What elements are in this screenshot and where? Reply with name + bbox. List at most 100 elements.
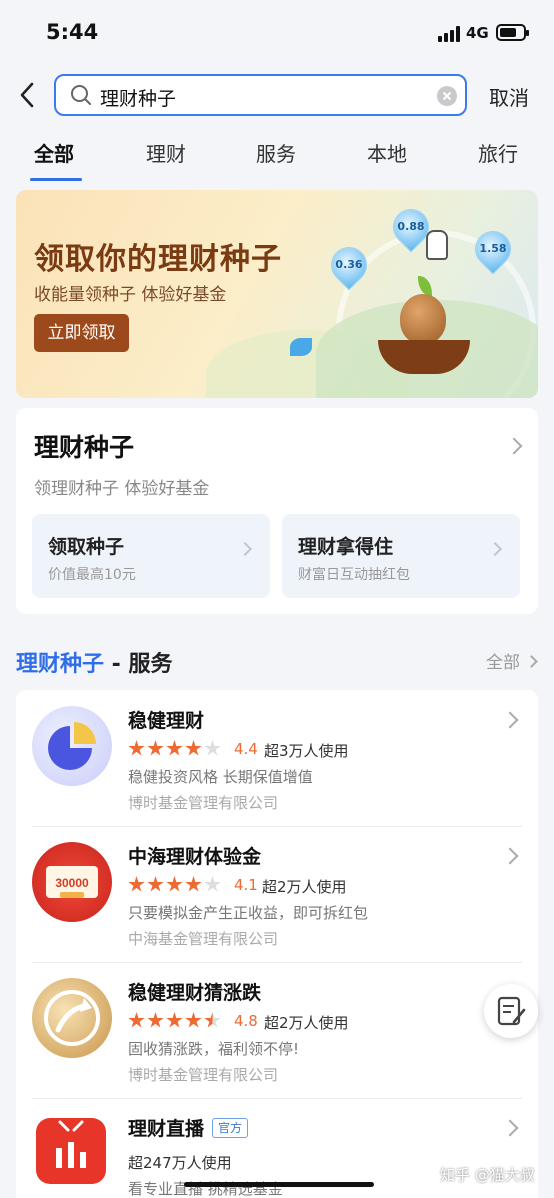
rating-value: 4.8	[234, 1012, 258, 1030]
water-drop-icon: 0.36	[324, 240, 374, 290]
chevron-right-icon	[487, 541, 503, 557]
subcard-hold-finance[interactable]: 理财拿得住 财富日互动抽红包	[282, 514, 520, 598]
edit-note-icon	[497, 996, 526, 1026]
network-label: 4G	[466, 24, 489, 42]
star-icon	[204, 740, 221, 756]
star-icon	[185, 876, 202, 892]
rating-value: 4.4	[234, 740, 258, 758]
service-name: 稳健理财猜涨跌	[128, 982, 262, 1004]
list-item[interactable]: 稳健理财 4.4 超3万人使用 稳健投资风格 长期保值增值 博时基金管理有限公司	[16, 690, 538, 826]
tab-finance[interactable]: 理财	[146, 138, 186, 167]
tab-services[interactable]: 服务	[256, 138, 296, 167]
star-rating	[128, 876, 223, 894]
search-query: 理财种子	[100, 88, 177, 110]
butterfly-icon	[290, 338, 312, 356]
claim-now-button[interactable]: 立即领取	[34, 314, 129, 352]
section-title: 理财种子 - 服务	[16, 646, 172, 678]
tab-all[interactable]: 全部	[34, 138, 74, 167]
service-list: 稳健理财 4.4 超3万人使用 稳健投资风格 长期保值增值 博时基金管理有限公司…	[16, 690, 538, 1198]
user-count: 超2万人使用	[262, 878, 347, 896]
official-badge: 官方	[212, 1118, 249, 1138]
chevron-right-icon	[501, 1119, 519, 1137]
drop-value: 1.58	[479, 242, 507, 255]
star-icon	[166, 740, 183, 756]
star-icon	[147, 1012, 164, 1028]
service-provider: 博时基金管理有限公司	[128, 794, 279, 812]
cancel-button[interactable]: 取消	[489, 82, 529, 111]
rating-value: 4.1	[234, 876, 258, 894]
banner-subtitle: 收能量领种子 体验好基金	[34, 285, 227, 305]
service-name: 理财直播 官方	[128, 1114, 249, 1141]
status-time: 5:44	[46, 20, 99, 44]
watermark: 知乎 @猫大叔	[440, 1166, 535, 1184]
star-icon	[204, 1012, 221, 1028]
subcard-claim-seed[interactable]: 领取种子 价值最高10元	[32, 514, 270, 598]
chevron-right-icon	[501, 847, 519, 865]
service-name-text: 理财直播	[128, 1118, 205, 1140]
pointing-hand-icon	[426, 230, 448, 260]
signal-icon	[438, 26, 460, 42]
service-desc: 看专业直播 挑精选基金	[128, 1180, 283, 1198]
star-icon	[128, 740, 145, 756]
user-count: 超247万人使用	[128, 1154, 232, 1172]
back-button[interactable]	[14, 78, 46, 112]
chevron-right-icon	[237, 541, 253, 557]
star-icon	[147, 876, 164, 892]
star-rating	[128, 740, 223, 758]
chevron-left-icon	[20, 82, 34, 108]
star-rating	[128, 1012, 223, 1030]
user-count: 超2万人使用	[264, 1014, 349, 1032]
category-tabs: 全部 理财 服务 本地 旅行	[0, 138, 554, 182]
section-rest: - 服务	[104, 652, 173, 677]
feature-card-subtitle: 领理财种子 体验好基金	[34, 479, 210, 499]
see-all-link[interactable]: 全部	[486, 648, 539, 673]
tab-travel[interactable]: 旅行	[478, 138, 518, 167]
drop-value: 0.36	[335, 258, 363, 271]
chevron-right-icon	[525, 655, 539, 668]
service-desc: 只要模拟金产生正收益，即可拆红包	[128, 904, 369, 922]
tv-icon	[36, 1118, 106, 1184]
list-item[interactable]: 稳健理财猜涨跌 4.8 超2万人使用 固收猜涨跌，福利领不停! 博时基金管理有限…	[16, 962, 538, 1098]
water-drop-icon: 1.58	[468, 224, 518, 274]
list-item[interactable]: 30000 中海理财体验金 4.1 超2万人使用 只要模拟金产生正收益，即可拆红…	[16, 826, 538, 962]
feedback-button[interactable]	[484, 984, 538, 1038]
star-icon	[128, 876, 145, 892]
promo-banner[interactable]: 领取你的理财种子 收能量领种子 体验好基金 立即领取 0.36 0.88 1.5…	[16, 190, 538, 398]
clear-icon[interactable]	[437, 86, 457, 106]
star-icon	[166, 876, 183, 892]
drop-value: 0.88	[397, 220, 425, 233]
chevron-right-icon[interactable]	[505, 437, 523, 455]
chevron-right-icon	[501, 711, 519, 729]
star-icon	[147, 740, 164, 756]
feature-card-title[interactable]: 理财种子	[34, 428, 134, 464]
subcard-title: 理财拿得住	[298, 536, 394, 558]
home-indicator	[184, 1182, 374, 1187]
status-bar: 5:44 4G	[0, 0, 554, 64]
search-input[interactable]: 理财种子	[54, 74, 467, 116]
star-icon	[185, 1012, 202, 1028]
feature-card: 理财种子 领理财种子 体验好基金 领取种子 价值最高10元 理财拿得住 财富日互…	[16, 408, 538, 614]
service-desc: 固收猜涨跌，福利领不停!	[128, 1040, 300, 1058]
battery-icon	[496, 24, 529, 41]
service-desc: 稳健投资风格 长期保值增值	[128, 768, 313, 786]
search-icon	[71, 85, 91, 105]
service-name: 稳健理财	[128, 710, 205, 732]
star-icon	[204, 876, 221, 892]
banner-title: 领取你的理财种子	[34, 242, 282, 277]
pie-chart-icon	[32, 706, 112, 786]
section-keyword: 理财种子	[16, 652, 105, 677]
service-name: 中海理财体验金	[128, 846, 262, 868]
tab-underline	[30, 178, 82, 181]
trend-arrow-icon	[32, 978, 112, 1058]
star-icon	[166, 1012, 183, 1028]
subcard-subtitle: 价值最高10元	[48, 567, 136, 583]
svg-text:30000: 30000	[55, 876, 89, 890]
user-count: 超3万人使用	[264, 742, 349, 760]
coupon-icon: 30000	[32, 842, 112, 922]
tab-local[interactable]: 本地	[367, 138, 407, 167]
star-icon	[128, 1012, 145, 1028]
seed-icon	[400, 294, 446, 344]
subcard-subtitle: 财富日互动抽红包	[298, 567, 410, 583]
service-provider: 中海基金管理有限公司	[128, 930, 279, 948]
see-all-label: 全部	[486, 653, 520, 673]
